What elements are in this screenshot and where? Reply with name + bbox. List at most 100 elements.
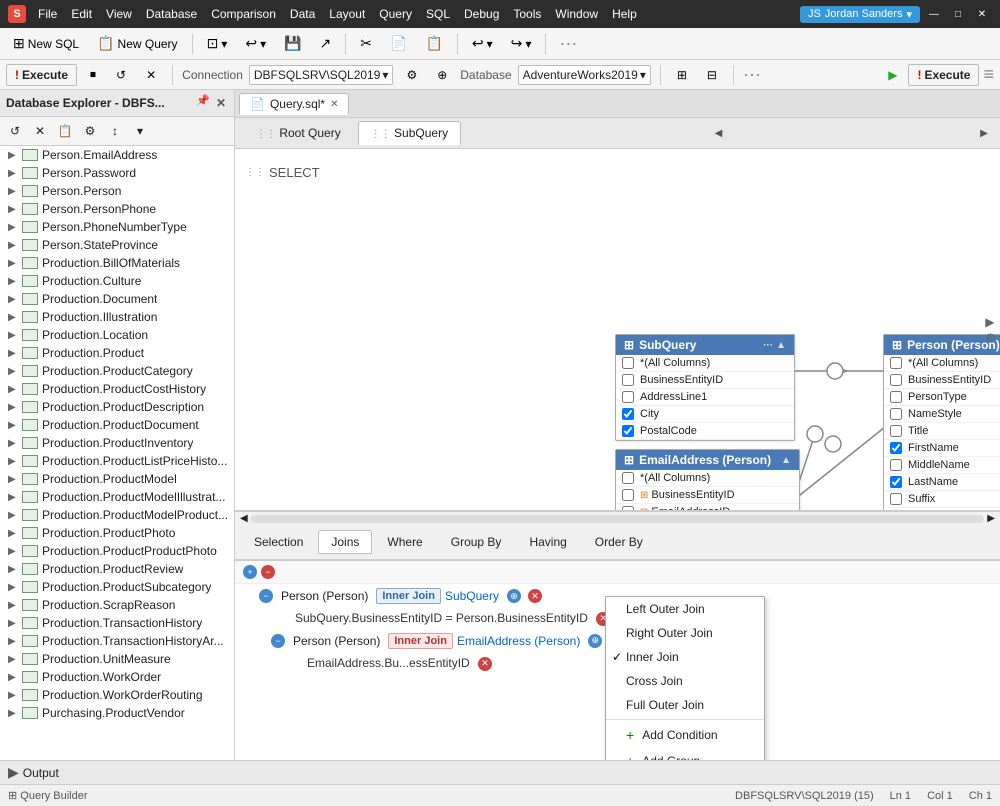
col-checkbox[interactable] [622,425,634,437]
sidebar-item[interactable]: ▶Production.ProductInventory [0,434,234,452]
menu-file[interactable]: File [32,5,63,23]
sidebar-item[interactable]: ▶Person.Person [0,182,234,200]
sidebar-item[interactable]: ▶Production.ProductPhoto [0,524,234,542]
toolbar-btn-undo[interactable]: ↩ ▾ [465,31,500,56]
col-checkbox[interactable] [622,357,634,369]
subquery-header[interactable]: ⊞ SubQuery ··· ▲ [616,335,794,355]
minimize-button[interactable]: — [924,4,944,24]
toolbar-btn-copy[interactable]: 📄 [383,31,414,56]
table-col-row[interactable]: ⊞EmailAddressID [616,504,799,511]
refresh-button[interactable]: ↺ [109,64,133,86]
join-expand-all[interactable]: + [243,565,257,579]
join-collapse-all[interactable]: − [261,565,275,579]
maximize-button[interactable]: □ [948,4,968,24]
table-col-row[interactable]: Suffix [884,491,1000,508]
join-cond2-delete[interactable]: ✕ [478,657,492,671]
stop-button[interactable]: ⏹ [83,63,103,86]
sidebar-item[interactable]: ▶Production.ProductCostHistory [0,380,234,398]
database-dropdown[interactable]: AdventureWorks2019 ▾ [518,65,651,85]
query-tab-close[interactable]: ✕ [330,99,338,110]
sidebar-item[interactable]: ▶Person.PhoneNumberType [0,218,234,236]
sidebar-filter-button[interactable]: ⚙ [79,120,101,142]
sidebar-item[interactable]: ▶Production.ProductModelProduct... [0,506,234,524]
sidebar-refresh-button[interactable]: ↺ [4,120,26,142]
col-checkbox[interactable] [622,489,634,501]
table-col-row[interactable]: AddressLine1 [616,389,794,406]
execute-btn-right[interactable]: ! Execute [908,64,979,86]
menu-view[interactable]: View [100,5,138,23]
sidebar-item[interactable]: ▶Production.ProductDescription [0,398,234,416]
output-label[interactable]: Output [23,766,59,780]
sidebar-delete-button[interactable]: ✕ [29,120,51,142]
toolbar-btn-3[interactable]: ⊡ ▾ [200,31,235,56]
connection-dropdown[interactable]: DBFSQLSRV\SQL2019 ▾ [249,65,394,85]
menu-window[interactable]: Window [549,5,604,23]
table-col-row[interactable]: City [616,406,794,423]
sidebar-item[interactable]: ▶Production.ProductDocument [0,416,234,434]
query-tab-sql[interactable]: 📄 Query.sql* ✕ [239,93,349,115]
conn-action-button[interactable]: ⊕ [430,64,454,86]
table-col-row[interactable]: *(All Columns) [616,355,794,372]
sidebar-more-button[interactable]: ▾ [129,120,151,142]
menu-query[interactable]: Query [373,5,418,23]
col-checkbox[interactable] [622,408,634,420]
user-dropdown-icon[interactable]: ▾ [906,8,912,21]
sidebar-item[interactable]: ▶Production.WorkOrderRouting [0,686,234,704]
col-checkbox[interactable] [890,476,902,488]
sidebar-copy-button[interactable]: 📋 [54,120,76,142]
table-col-row[interactable]: PersonType [884,389,1000,406]
sidebar-item[interactable]: ▶Production.Location [0,326,234,344]
email-scroll-up[interactable]: ▲ [781,455,791,466]
sidebar-item[interactable]: ▶Production.TransactionHistory [0,614,234,632]
tab-selection[interactable]: Selection [241,530,316,554]
sub-tab-root-query[interactable]: ⋮⋮ Root Query [243,121,354,145]
sidebar-item[interactable]: ▶Production.Illustration [0,308,234,326]
ctx-left-outer-join[interactable]: Left Outer Join [606,597,764,621]
sidebar-item[interactable]: ▶Production.ProductModelIllustrat... [0,488,234,506]
person-header[interactable]: ⊞ Person (Person) ▲ [884,335,1000,355]
sidebar-item[interactable]: ▶Production.TransactionHistoryAr... [0,632,234,650]
join-row2-expand[interactable]: − [271,634,285,648]
sub-tab-next[interactable]: ▶ [976,125,992,141]
col-checkbox[interactable] [622,472,634,484]
table-col-row[interactable]: MiddleName [884,457,1000,474]
sidebar-item[interactable]: ▶Production.UnitMeasure [0,650,234,668]
menu-help[interactable]: Help [606,5,643,23]
new-query-button[interactable]: 📋 New Query [90,31,184,56]
ctx-add-condition[interactable]: + Add Condition [606,722,764,748]
toolbar-btn-paste[interactable]: 📋 [418,31,449,56]
col-checkbox[interactable] [622,374,634,386]
grid-view-button[interactable]: ⊞ [670,64,694,86]
h-scrollbar[interactable] [251,515,985,523]
menu-comparison[interactable]: Comparison [205,5,282,23]
subquery-scroll-up[interactable]: ▲ [776,340,786,351]
col-checkbox[interactable] [890,357,902,369]
sub-tab-prev[interactable]: ◀ [711,125,727,141]
sidebar-item[interactable]: ▶Person.Password [0,164,234,182]
ctx-right-outer-join[interactable]: Right Outer Join [606,621,764,645]
menu-layout[interactable]: Layout [323,5,371,23]
sidebar-item[interactable]: ▶Person.PersonPhone [0,200,234,218]
sidebar-close-button[interactable]: ✕ [214,94,228,112]
table-col-row[interactable]: NameStyle [884,406,1000,423]
subquery-menu-btn[interactable]: ··· [763,340,773,351]
tab-joins[interactable]: Joins [318,530,372,554]
sidebar-item[interactable]: ▶Person.EmailAddress [0,146,234,164]
close-button[interactable]: ✕ [972,4,992,24]
table-col-row[interactable]: Title [884,423,1000,440]
join-row2-type[interactable]: Inner Join [388,633,453,649]
scroll-left-btn[interactable]: ◀ [237,513,251,524]
table-col-row[interactable]: BusinessEntityID [884,372,1000,389]
tab-having[interactable]: Having [516,530,579,554]
sidebar-item[interactable]: ▶Production.ProductProductPhoto [0,542,234,560]
sidebar-item[interactable]: ▶Production.ProductListPriceHisto... [0,452,234,470]
toolbar-btn-cut[interactable]: ✂ [353,31,379,56]
menu-tools[interactable]: Tools [507,5,547,23]
col-checkbox[interactable] [890,442,902,454]
tab-where[interactable]: Where [374,530,435,554]
sidebar-item[interactable]: ▶Production.ProductSubcategory [0,578,234,596]
col-checkbox[interactable] [890,408,902,420]
col-checkbox[interactable] [890,510,902,511]
ctx-full-outer-join[interactable]: Full Outer Join [606,693,764,717]
toolbar-btn-5[interactable]: 💾 [277,31,308,56]
